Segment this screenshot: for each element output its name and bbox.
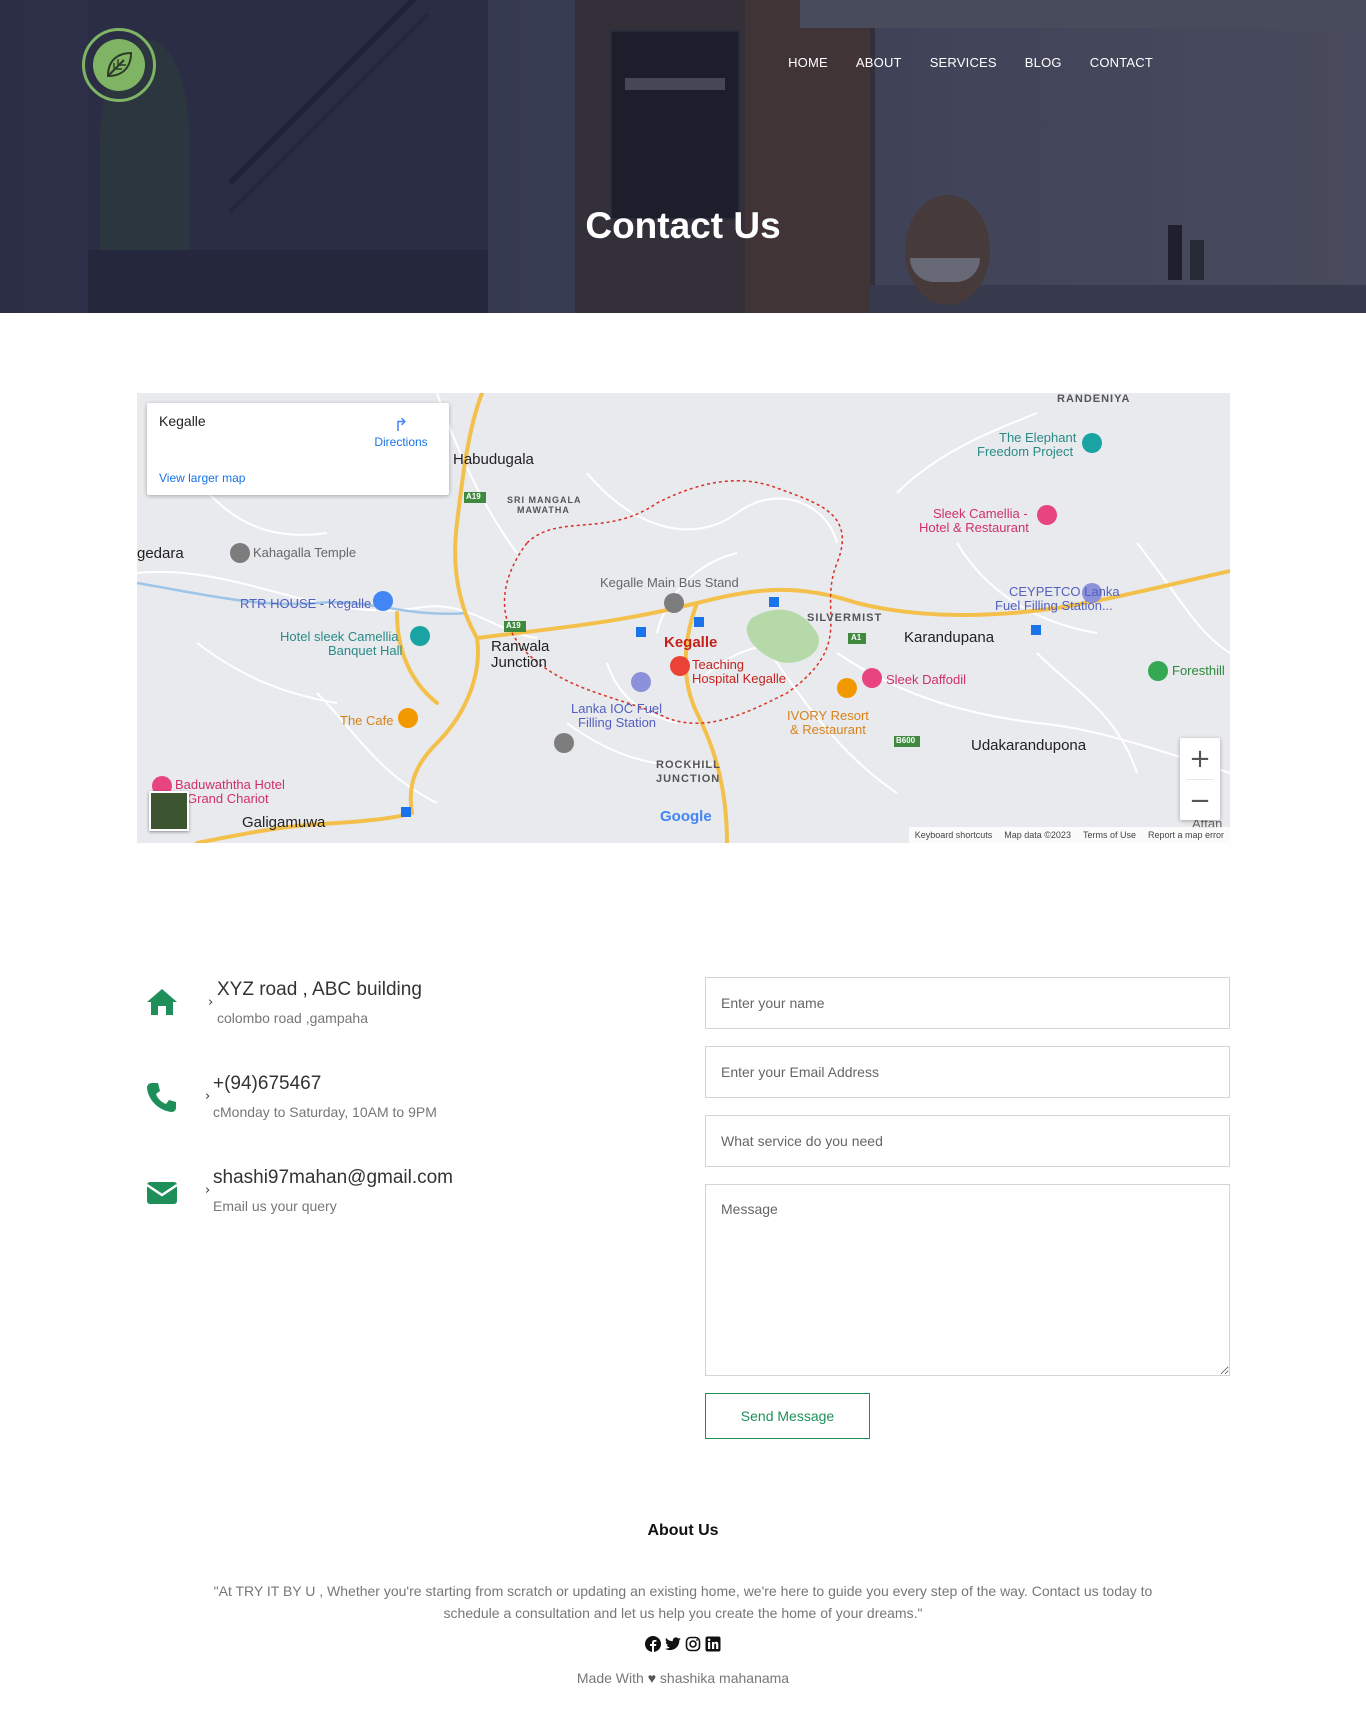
zoom-out-button[interactable]: − — [1180, 780, 1220, 821]
map-label: Filling Station — [578, 715, 657, 730]
name-input[interactable] — [705, 977, 1230, 1029]
map-label: Karandupana — [904, 629, 995, 646]
email-sub: Email us your query — [213, 1198, 337, 1214]
google-map[interactable]: Habudugala SRI MANGALA MAWATHA RANDENIYA… — [137, 393, 1230, 843]
map-label: MAWATHA — [517, 505, 570, 515]
view-larger-map-link[interactable]: View larger map — [159, 471, 245, 485]
map-attribution: Keyboard shortcuts Map data ©2023 Terms … — [908, 827, 1230, 843]
instagram-icon[interactable] — [685, 1636, 701, 1652]
address-sub: colombo road ,gampaha — [217, 1010, 368, 1026]
map-label: Baduwaththa Hotel — [175, 777, 285, 792]
map-info-card: Kegalle ↱ Directions View larger map — [147, 403, 449, 495]
report-error-link[interactable]: Report a map error — [1148, 830, 1224, 840]
map-label: ROCKHILL — [656, 759, 721, 771]
map-label: JUNCTION — [656, 773, 721, 785]
envelope-icon — [145, 1175, 179, 1209]
map-label: Hotel & Restaurant — [919, 520, 1029, 535]
map-label: Ranwala — [491, 638, 550, 655]
home-icon — [145, 985, 179, 1019]
directions-icon: ↱ — [393, 415, 409, 435]
made-with-credit: Made With ♥ shashika mahanama — [0, 1670, 1366, 1686]
map-label: Udakarandupona — [971, 737, 1087, 754]
map-data-label: Map data ©2023 — [1004, 830, 1071, 840]
map-zoom-controls: + − — [1180, 738, 1220, 820]
map-label: IVORY Resort — [787, 708, 869, 723]
map-label: Hospital Kegalle — [692, 671, 786, 686]
phone-main: +(94)675467 — [213, 1073, 322, 1094]
road-shield: A19 — [506, 621, 521, 630]
page-title: Contact Us — [585, 205, 781, 246]
terms-link[interactable]: Terms of Use — [1083, 830, 1136, 840]
linkedin-icon[interactable] — [705, 1636, 721, 1652]
directions-button[interactable]: ↱ Directions — [371, 415, 431, 449]
hero-banner: HOME ABOUT SERVICES BLOG CONTACT Contact… — [0, 0, 1366, 313]
map-label: Grand Chariot — [187, 791, 269, 806]
map-label: Lanka IOC Fuel — [571, 701, 663, 716]
road-shield: A19 — [466, 492, 481, 501]
map-label: SILVERMIST — [807, 612, 883, 624]
chevron-right-icon: › — [205, 1183, 211, 1198]
google-logo: Google — [660, 808, 712, 825]
map-label: The Elephant — [999, 430, 1077, 445]
leaf-logo-icon — [93, 39, 145, 91]
map-label: Sleek Daffodil — [886, 672, 966, 687]
nav-blog-link[interactable]: BLOG — [1025, 55, 1062, 70]
map-label: CEYPETCO Lanka — [1009, 584, 1120, 599]
address-main: XYZ road , ABC building — [217, 979, 422, 1000]
footer-text: "At TRY IT BY U , Whether you're startin… — [213, 1583, 1153, 1621]
email-input[interactable] — [705, 1046, 1230, 1098]
map-label: Junction — [491, 654, 547, 671]
road-shield: B600 — [896, 736, 916, 745]
service-input[interactable] — [705, 1115, 1230, 1167]
map-label: The Cafe — [340, 713, 394, 728]
map-label: RANDENIYA — [1057, 393, 1131, 405]
map-label: Foresthill — [1172, 663, 1225, 678]
main-nav: HOME ABOUT SERVICES BLOG CONTACT — [788, 55, 1153, 70]
site-logo[interactable] — [82, 28, 156, 102]
nav-home-link[interactable]: HOME — [788, 55, 828, 70]
phone-sub: cMonday to Saturday, 10AM to 9PM — [213, 1104, 437, 1120]
nav-contact-link[interactable]: CONTACT — [1090, 55, 1153, 70]
map-label: Kahagalla Temple — [253, 545, 357, 560]
map-label: Banquet Hall — [328, 643, 403, 658]
map-label: Sleek Camellia - — [933, 506, 1028, 521]
heart-icon: ♥ — [647, 1670, 657, 1686]
map-label: Hotel sleek Camellia — [280, 629, 399, 644]
map-label: Kegalle Main Bus Stand — [600, 575, 739, 590]
chevron-right-icon: › — [208, 995, 214, 1010]
satellite-toggle-button[interactable] — [149, 791, 189, 831]
nav-about-link[interactable]: ABOUT — [856, 55, 902, 70]
send-message-button[interactable]: Send Message — [705, 1393, 870, 1439]
email-main: shashi97mahan@gmail.com — [213, 1167, 454, 1188]
map-label: SRI MANGALA — [507, 495, 582, 505]
map-label: gedara — [137, 545, 184, 562]
phone-icon — [145, 1080, 179, 1114]
social-links — [0, 1636, 1366, 1652]
map-label: & Restaurant — [790, 722, 866, 737]
facebook-icon[interactable] — [645, 1636, 661, 1652]
hero-overlay — [0, 0, 1366, 313]
road-shield: A1 — [851, 633, 862, 642]
zoom-in-button[interactable]: + — [1180, 738, 1220, 779]
keyboard-shortcuts-link[interactable]: Keyboard shortcuts — [915, 830, 993, 840]
made-prefix: Made With — [576, 1670, 644, 1686]
map-place-name: Kegalle — [159, 413, 206, 429]
directions-label: Directions — [374, 435, 428, 449]
footer-title: About Us — [647, 1522, 719, 1539]
chevron-right-icon: › — [205, 1089, 211, 1104]
message-textarea[interactable] — [705, 1184, 1230, 1376]
made-author: shashika mahanama — [659, 1670, 790, 1686]
map-label: Kegalle — [664, 634, 718, 651]
map-label: Teaching — [692, 657, 745, 672]
map-label: Galigamuwa — [242, 814, 326, 831]
map-label: Habudugala — [453, 451, 534, 468]
map-label: Fuel Filling Station... — [995, 598, 1113, 613]
twitter-icon[interactable] — [665, 1636, 681, 1652]
nav-services-link[interactable]: SERVICES — [930, 55, 997, 70]
map-label: Freedom Project — [977, 444, 1074, 459]
map-label: RTR HOUSE - Kegalle — [240, 596, 372, 611]
